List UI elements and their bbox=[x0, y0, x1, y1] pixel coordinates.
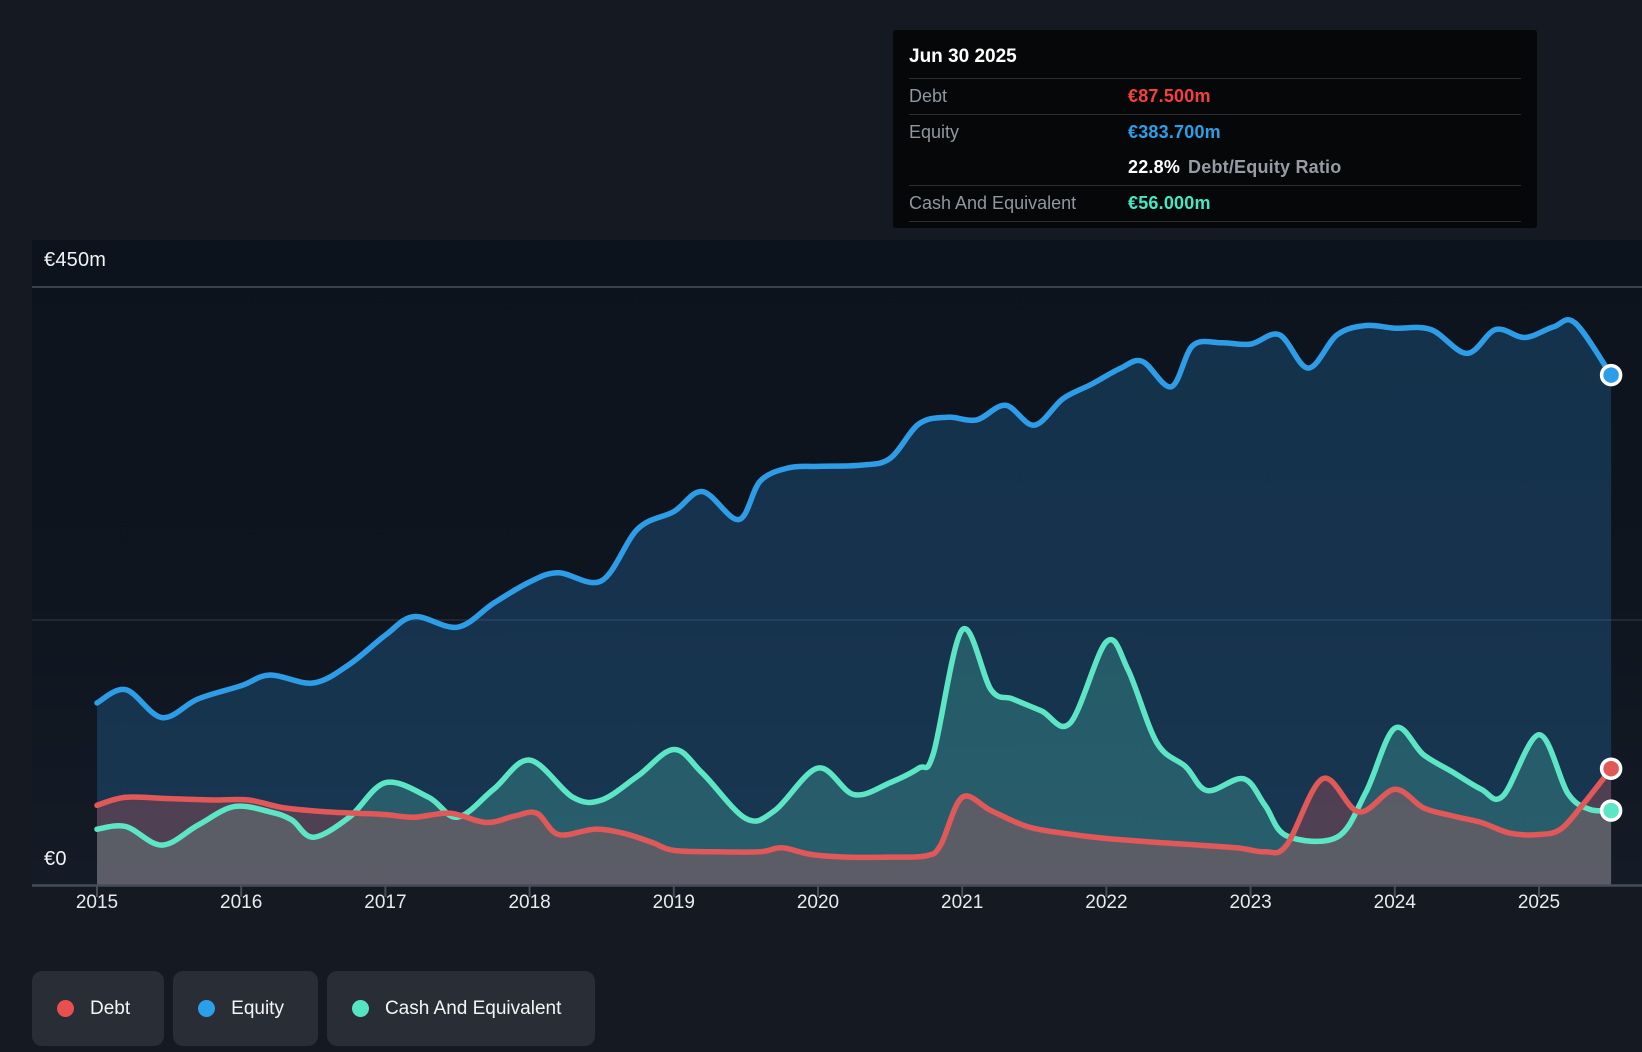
legend-label: Equity bbox=[231, 997, 284, 1019]
debt-equity-history-chart: €450m €0 2015 2016 2017 2018 2019 2020 2021 202… bbox=[0, 0, 1642, 1052]
chart-tooltip: Jun 30 2025 Debt €87.500m Equity €383.70… bbox=[893, 30, 1537, 228]
legend-item-cash-and-equivalent[interactable]: Cash And Equivalent bbox=[326, 971, 596, 1046]
legend-dot-icon bbox=[351, 1000, 369, 1017]
x-axis-label-2023: 2023 bbox=[1229, 892, 1272, 913]
tooltip-cash-value: €56.000m bbox=[1128, 193, 1211, 213]
chart-legend: Debt Equity Cash And Equivalent bbox=[32, 971, 596, 1046]
tooltip-ratio-value: 22.8% Debt/Equity Ratio bbox=[1128, 157, 1341, 178]
x-axis-label-2024: 2024 bbox=[1373, 892, 1416, 913]
y-axis-label-zero: €0 bbox=[44, 848, 67, 870]
x-axis-label-2017: 2017 bbox=[364, 892, 407, 913]
tooltip-row-equity: Equity €383.700m bbox=[909, 114, 1521, 150]
legend-label: Debt bbox=[90, 997, 131, 1019]
tooltip-row-debt: Debt €87.500m bbox=[909, 78, 1521, 114]
y-axis-label-max: €450m bbox=[44, 249, 107, 271]
marker-equity[interactable] bbox=[1599, 363, 1623, 387]
tooltip-cash-label: Cash And Equivalent bbox=[909, 193, 1077, 213]
legend-dot-icon bbox=[57, 1000, 74, 1017]
ratio-label: Debt/Equity Ratio bbox=[1188, 157, 1342, 177]
tooltip-debt-value: €87.500m bbox=[1128, 86, 1211, 106]
legend-item-equity[interactable]: Equity bbox=[173, 971, 318, 1046]
marker-debt[interactable] bbox=[1599, 757, 1623, 780]
tooltip-equity-label: Equity bbox=[909, 122, 960, 142]
ratio-number: 22.8% bbox=[1128, 157, 1181, 177]
x-axis-label-2018: 2018 bbox=[508, 892, 551, 913]
x-axis-label-2019: 2019 bbox=[652, 892, 695, 913]
tooltip-row-ratio: 22.8% Debt/Equity Ratio bbox=[909, 150, 1521, 185]
x-axis-label-2015: 2015 bbox=[75, 892, 119, 913]
x-axis-label-2022: 2022 bbox=[1085, 892, 1128, 913]
x-axis-label-2020: 2020 bbox=[796, 892, 840, 913]
marker-cash-and-equivalent[interactable] bbox=[1599, 799, 1623, 822]
x-axis-label-2025: 2025 bbox=[1517, 892, 1561, 913]
tooltip-debt-label: Debt bbox=[909, 86, 948, 106]
legend-dot-icon bbox=[198, 1000, 216, 1017]
x-axis-label-2016: 2016 bbox=[220, 892, 263, 913]
tooltip-equity-value: €383.700m bbox=[1128, 122, 1221, 142]
x-axis-label-2021: 2021 bbox=[941, 892, 984, 913]
tooltip-date: Jun 30 2025 bbox=[909, 46, 1017, 67]
legend-item-debt[interactable]: Debt bbox=[32, 971, 165, 1046]
tooltip-row-cash: Cash And Equivalent €56.000m bbox=[909, 185, 1521, 222]
legend-label: Cash And Equivalent bbox=[384, 997, 562, 1019]
